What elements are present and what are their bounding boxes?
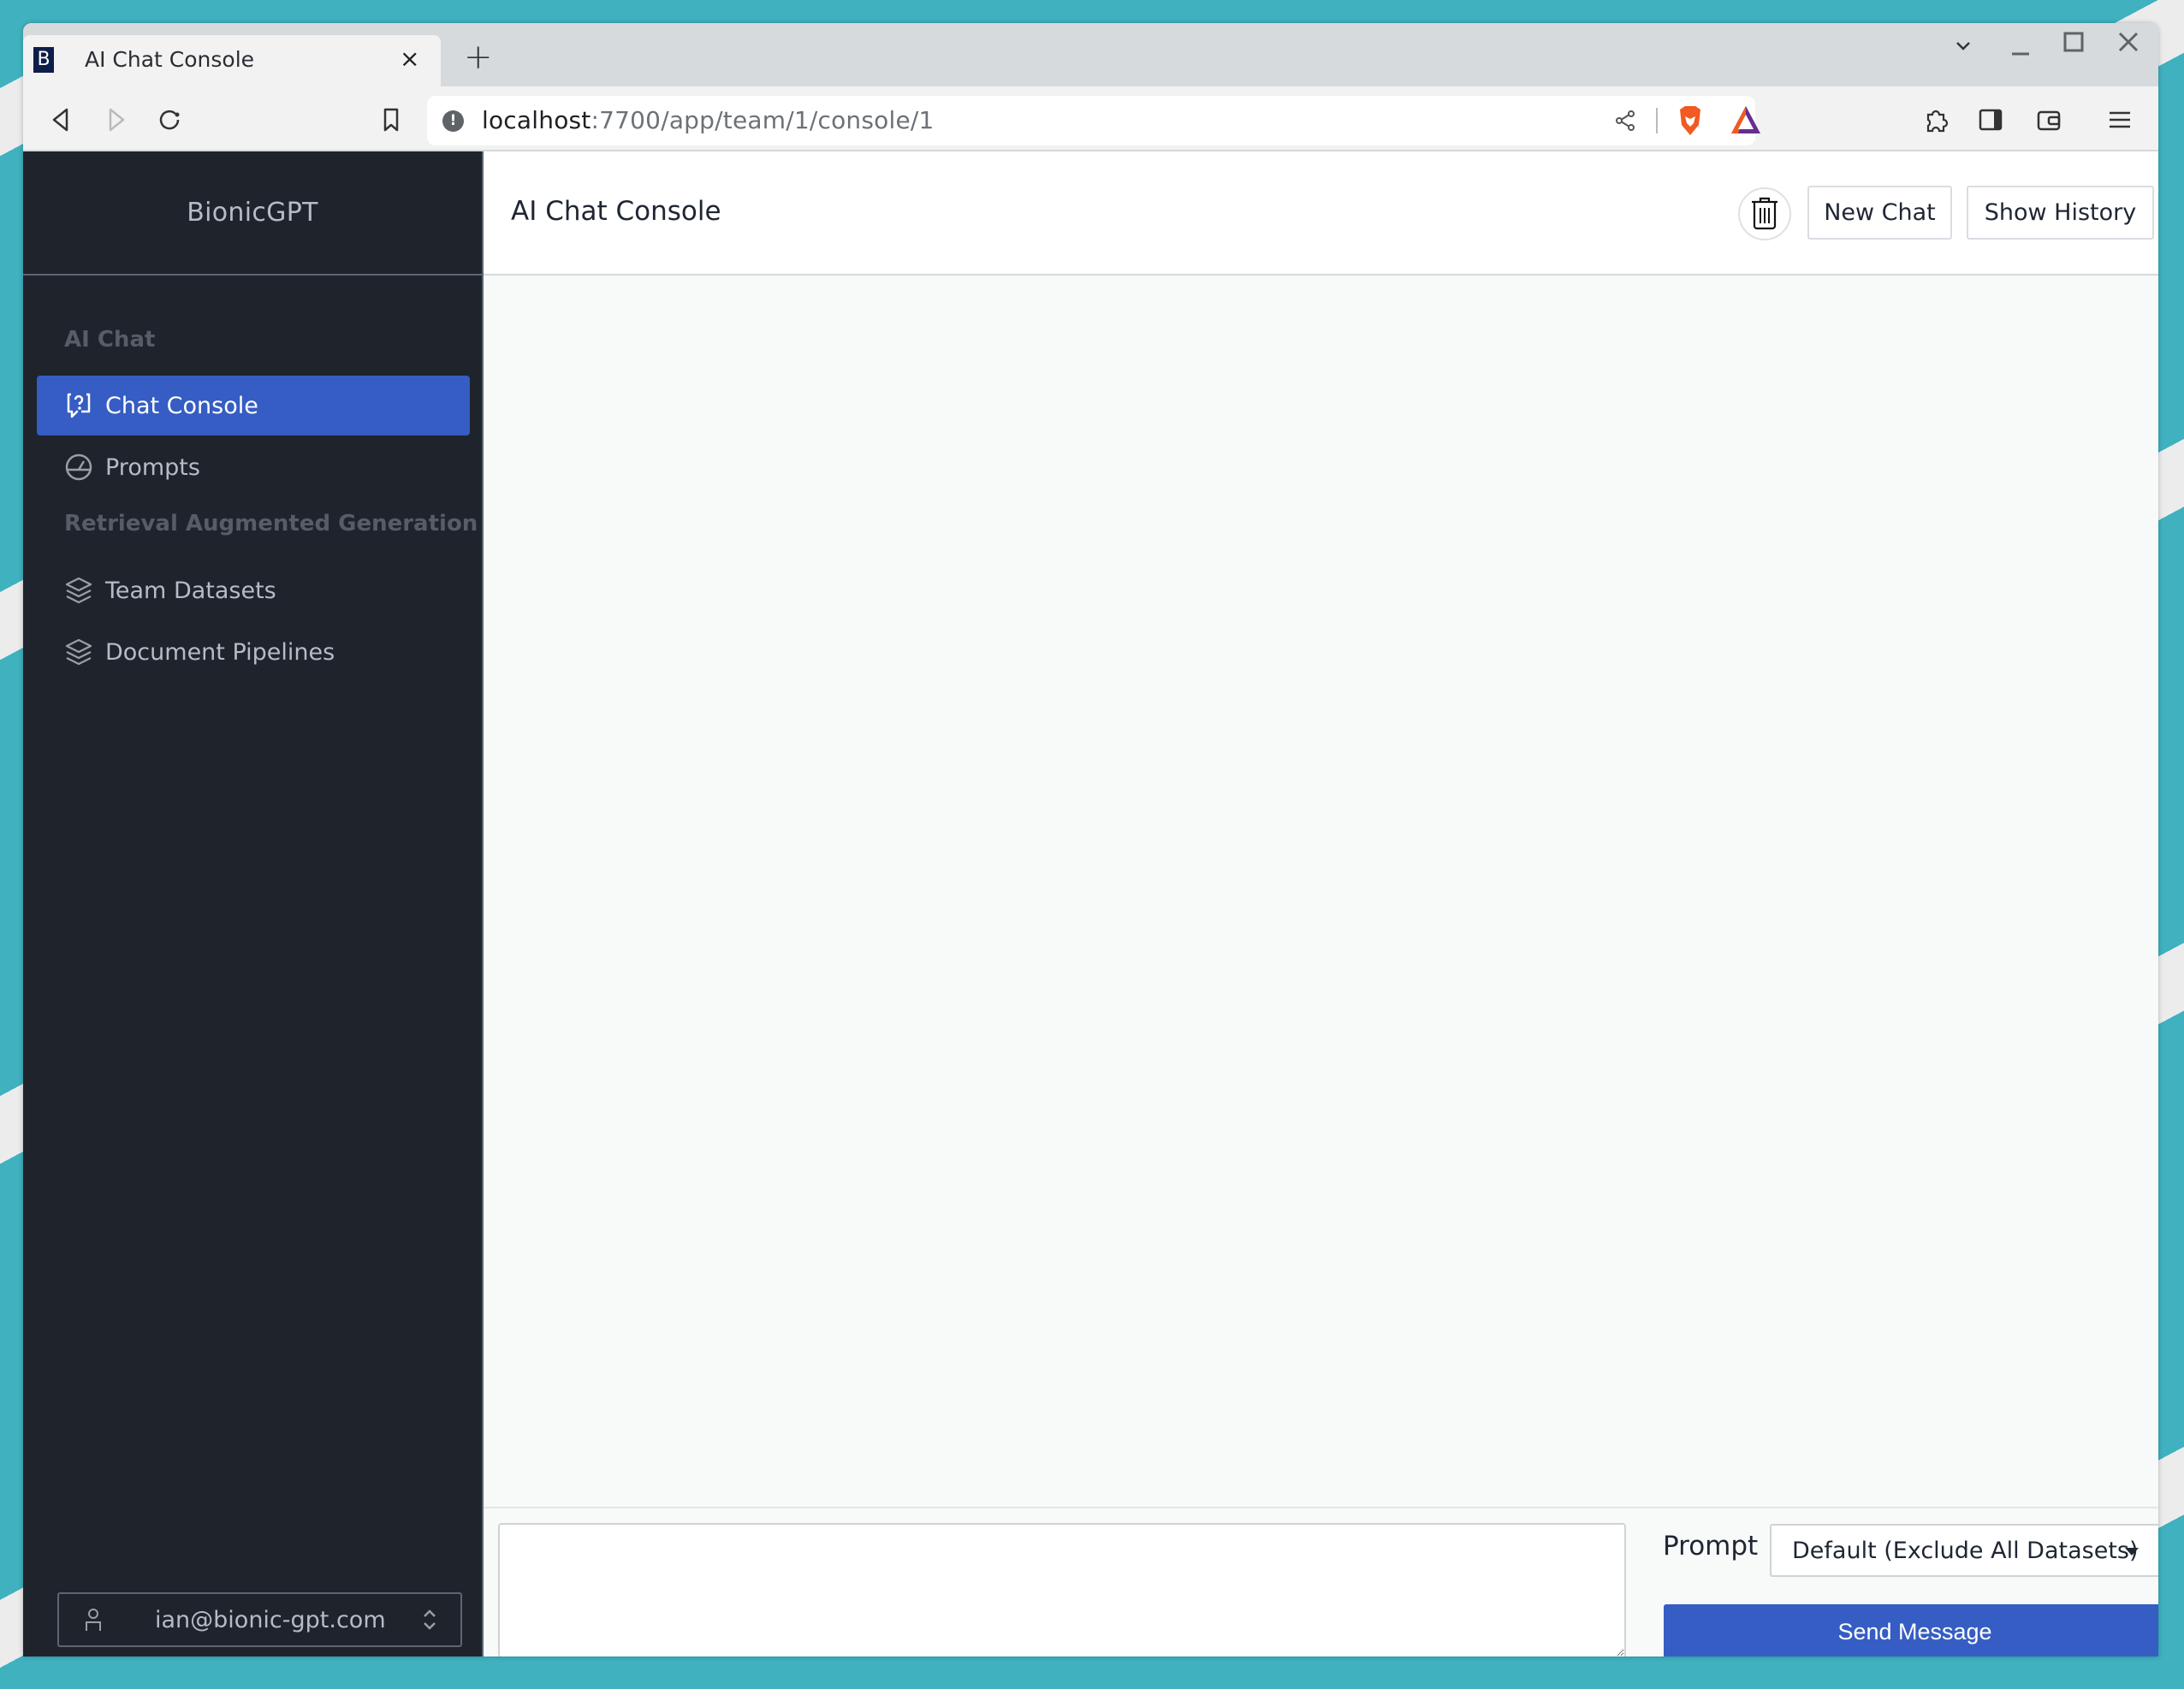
chat-question-icon xyxy=(64,391,93,420)
minimize-icon[interactable] xyxy=(2009,35,2033,64)
prompt-select-value: Default (Exclude All Datasets) xyxy=(1792,1537,2139,1564)
wallet-icon[interactable] xyxy=(2034,105,2063,134)
sidebar-item-chat-console[interactable]: Chat Console xyxy=(37,376,470,436)
sidebar-header: BionicGPT xyxy=(23,151,482,276)
sidebar-item-document-pipelines[interactable]: Document Pipelines xyxy=(37,622,470,682)
user-menu[interactable]: ian@bionic-gpt.com xyxy=(57,1592,462,1647)
tab-strip: B AI Chat Console × + xyxy=(23,23,2158,86)
back-icon[interactable] xyxy=(46,105,75,134)
sidebar-item-team-datasets[interactable]: Team Datasets xyxy=(37,560,470,620)
brave-rewards-icon[interactable] xyxy=(1730,104,1760,133)
user-email: ian@bionic-gpt.com xyxy=(155,1606,386,1633)
sidebar-item-label: Prompts xyxy=(105,453,200,481)
site-info-icon[interactable]: ! xyxy=(442,110,464,132)
section-title-rag: Retrieval Augmented Generation xyxy=(64,511,478,536)
address-bar[interactable]: ! localhost:7700/app/team/1/console/1 xyxy=(427,96,1760,145)
url-divider xyxy=(1656,108,1658,133)
section-title-ai-chat: AI Chat xyxy=(64,327,156,353)
delete-conversation-button[interactable] xyxy=(1738,187,1791,240)
browser-window: B AI Chat Console × + ! localhost:7700/a… xyxy=(23,23,2158,1656)
sidebar: BionicGPT AI Chat Chat Console Prompts R… xyxy=(23,151,484,1656)
tab-search-chevron-icon[interactable] xyxy=(1953,35,1973,61)
page-title: AI Chat Console xyxy=(511,196,721,227)
new-chat-button[interactable]: New Chat xyxy=(1807,186,1952,240)
browser-tab[interactable]: B AI Chat Console × xyxy=(23,35,441,86)
bookmark-icon[interactable] xyxy=(377,105,406,134)
favicon-icon: B xyxy=(33,47,54,73)
message-form: Prompt Default (Exclude All Datasets) Se… xyxy=(484,1507,2158,1656)
sidebar-item-prompts[interactable]: Prompts xyxy=(37,437,470,497)
prompt-select[interactable]: Default (Exclude All Datasets) xyxy=(1770,1524,2158,1577)
trash-icon xyxy=(1750,196,1779,233)
page-header: AI Chat Console New Chat Show History xyxy=(484,151,2158,276)
prompt-label: Prompt xyxy=(1663,1531,1759,1562)
tab-title: AI Chat Console xyxy=(85,47,255,72)
close-window-icon[interactable] xyxy=(2116,30,2140,59)
sidebar-item-label: Document Pipelines xyxy=(105,638,335,666)
sidebar-item-label: Chat Console xyxy=(105,392,258,419)
gauge-icon xyxy=(64,453,93,482)
user-icon xyxy=(83,1607,104,1633)
main-content: AI Chat Console New Chat Show History Pr… xyxy=(484,151,2158,1656)
send-message-button[interactable]: Send Message xyxy=(1664,1604,2158,1656)
menu-icon[interactable] xyxy=(2105,105,2134,134)
share-icon[interactable] xyxy=(1611,106,1640,135)
sidebar-toggle-icon[interactable] xyxy=(1976,105,2005,134)
show-history-button[interactable]: Show History xyxy=(1967,186,2154,240)
sidebar-item-label: Team Datasets xyxy=(105,577,276,604)
layers-icon xyxy=(64,637,93,667)
chevron-up-down-icon xyxy=(421,1607,438,1633)
forward-icon[interactable] xyxy=(102,105,131,134)
maximize-icon[interactable] xyxy=(2062,30,2086,59)
reload-icon[interactable] xyxy=(156,105,185,134)
chat-messages-area xyxy=(484,277,2158,1507)
extensions-icon[interactable] xyxy=(1921,105,1950,134)
url-text[interactable]: localhost:7700/app/team/1/console/1 xyxy=(482,107,935,134)
tab-close-icon[interactable]: × xyxy=(400,45,419,73)
new-tab-button[interactable]: + xyxy=(464,40,493,74)
browser-toolbar: ! localhost:7700/app/team/1/console/1 xyxy=(23,86,2158,151)
message-input[interactable] xyxy=(498,1523,1626,1656)
layers-icon xyxy=(64,576,93,605)
brave-shields-icon[interactable] xyxy=(1675,104,1704,135)
caret-down-icon xyxy=(2125,1548,2139,1556)
brand-logo-text[interactable]: BionicGPT xyxy=(187,198,318,228)
